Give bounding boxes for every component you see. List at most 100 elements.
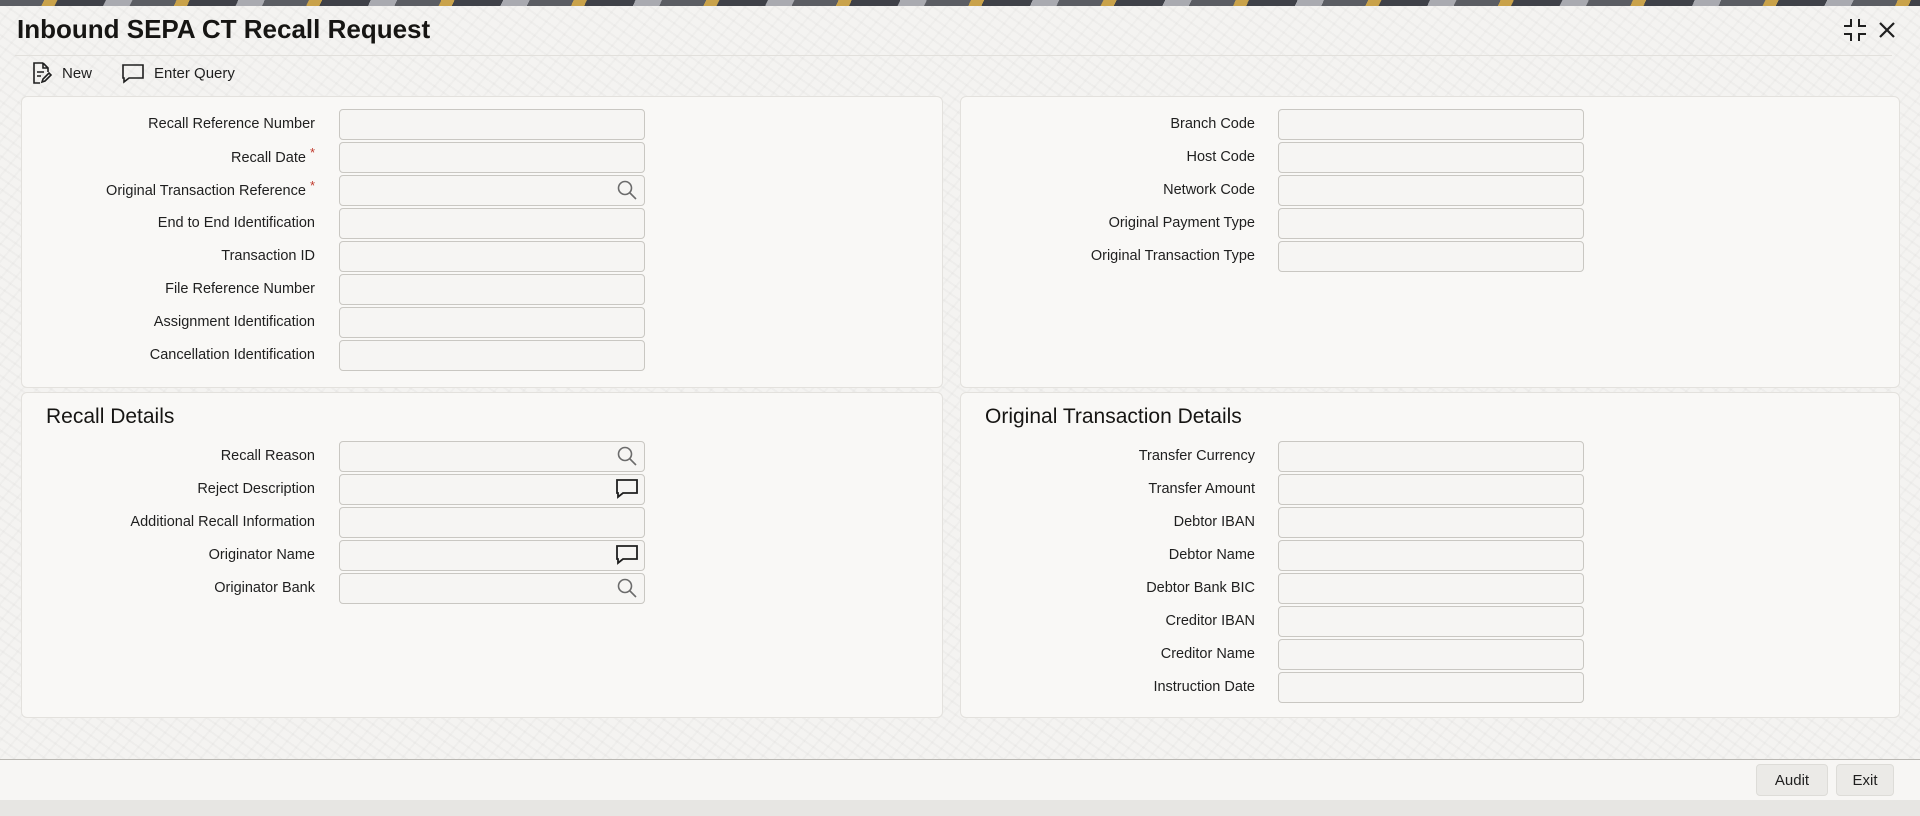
original-payment-type-field[interactable] [1278,208,1584,239]
transfer-currency-label: Transfer Currency [961,441,1255,472]
end-to-end-identification-field[interactable] [339,208,645,239]
recall-reason-label-text: Recall Reason [220,448,315,464]
enter-query-button[interactable]: Enter Query [120,60,235,86]
assignment-identification-field[interactable] [339,307,645,338]
reject-description-field[interactable] [339,474,645,505]
host-code-label: Host Code [961,142,1255,173]
debtor-name-label-text: Debtor Name [1168,547,1255,563]
title-divider [15,55,1892,56]
creditor-name-field[interactable] [1278,639,1584,670]
transaction-id-label-text: Transaction ID [221,248,315,264]
original-transaction-reference-field[interactable] [339,175,645,206]
audit-button[interactable]: Audit [1756,764,1828,796]
additional-recall-information-label-text: Additional Recall Information [130,514,315,530]
debtor-bank-bic-label-text: Debtor Bank BIC [1146,580,1255,596]
file-reference-number-field[interactable] [339,274,645,305]
footer-bottom-strip [0,800,1920,816]
transfer-amount-label-text: Transfer Amount [1148,481,1255,497]
transfer-amount-field[interactable] [1278,474,1584,505]
recall-reference-number-label: Recall Reference Number [22,109,315,140]
page-title: Inbound SEPA CT Recall Request [17,14,431,44]
debtor-name-field[interactable] [1278,540,1584,571]
assignment-identification-label-text: Assignment Identification [153,314,315,330]
reject-description-label: Reject Description [22,474,315,505]
close-icon[interactable] [1873,16,1901,44]
main-right-panel: Branch Code Host Code Network Code Original… [960,96,1900,388]
main-left-panel: Recall Reference Number Recall Date * Origi… [21,96,943,388]
recall-date-label: Recall Date * [22,142,315,173]
search-icon[interactable] [613,574,641,602]
original-transaction-details-panel: Original Transaction Details Transfer Cu… [960,392,1900,718]
original-payment-type-label-text: Original Payment Type [1108,215,1255,231]
new-document-icon [28,60,54,86]
transaction-id-label: Transaction ID [22,241,315,272]
transfer-currency-field[interactable] [1278,441,1584,472]
originator-name-label-text: Originator Name [208,547,315,563]
instruction-date-field[interactable] [1278,672,1584,703]
original-transaction-type-label-text: Original Transaction Type [1090,248,1255,264]
originator-name-field[interactable] [339,540,645,571]
debtor-bank-bic-field[interactable] [1278,573,1584,604]
cancellation-identification-field[interactable] [339,340,645,371]
comment-icon [120,60,146,86]
creditor-name-label-text: Creditor Name [1160,646,1255,662]
cancellation-identification-label-text: Cancellation Identification [149,347,315,363]
recall-date-field[interactable] [339,142,645,173]
branch-code-label-text: Branch Code [1170,116,1255,132]
recall-details-heading: Recall Details [46,405,175,428]
assignment-identification-label: Assignment Identification [22,307,315,338]
file-reference-number-label-text: File Reference Number [165,281,315,297]
original-transaction-type-field[interactable] [1278,241,1584,272]
search-icon[interactable] [613,176,641,204]
recall-details-panel: Recall Details Recall Reason Reject Descr… [21,392,943,718]
additional-recall-information-label: Additional Recall Information [22,507,315,538]
exit-button[interactable]: Exit [1836,764,1894,796]
transfer-amount-label: Transfer Amount [961,474,1255,505]
network-code-label: Network Code [961,175,1255,206]
original-transaction-reference-label: Original Transaction Reference * [22,175,315,206]
creditor-iban-field[interactable] [1278,606,1584,637]
instruction-date-label: Instruction Date [961,672,1255,703]
end-to-end-identification-label: End to End Identification [22,208,315,239]
recall-reference-number-label-text: Recall Reference Number [148,116,315,132]
recall-date-label-text: Recall Date [230,150,306,166]
search-icon[interactable] [613,442,641,470]
transaction-id-field[interactable] [339,241,645,272]
debtor-iban-label: Debtor IBAN [961,507,1255,538]
recall-reason-field[interactable] [339,441,645,472]
network-code-field[interactable] [1278,175,1584,206]
comment-icon[interactable] [613,475,641,503]
creditor-iban-label-text: Creditor IBAN [1165,613,1255,629]
reject-description-label-text: Reject Description [197,481,315,497]
comment-icon[interactable] [613,541,641,569]
host-code-field[interactable] [1278,142,1584,173]
file-reference-number-label: File Reference Number [22,274,315,305]
original-payment-type-label: Original Payment Type [961,208,1255,239]
network-code-label-text: Network Code [1163,182,1255,198]
originator-bank-label: Originator Bank [22,573,315,604]
recall-reason-label: Recall Reason [22,441,315,472]
recall-reference-number-field[interactable] [339,109,645,140]
new-button[interactable]: New [28,60,92,86]
debtor-name-label: Debtor Name [961,540,1255,571]
cancellation-identification-label: Cancellation Identification [22,340,315,371]
originator-bank-label-text: Originator Bank [214,580,315,596]
header-decoration [0,0,1920,6]
creditor-name-label: Creditor Name [961,639,1255,670]
toolbar: New Enter Query [28,58,263,88]
original-transaction-type-label: Original Transaction Type [961,241,1255,272]
transfer-currency-label-text: Transfer Currency [1138,448,1255,464]
required-asterisk-icon: * [309,178,315,193]
originator-bank-field[interactable] [339,573,645,604]
additional-recall-information-field[interactable] [339,507,645,538]
end-to-end-identification-label-text: End to End Identification [157,215,315,231]
original-transaction-details-heading: Original Transaction Details [985,405,1242,428]
debtor-iban-field[interactable] [1278,507,1584,538]
new-label: New [62,64,93,82]
creditor-iban-label: Creditor IBAN [961,606,1255,637]
branch-code-field[interactable] [1278,109,1584,140]
minimize-icon[interactable] [1841,16,1869,44]
host-code-label-text: Host Code [1186,149,1255,165]
branch-code-label: Branch Code [961,109,1255,140]
debtor-bank-bic-label: Debtor Bank BIC [961,573,1255,604]
